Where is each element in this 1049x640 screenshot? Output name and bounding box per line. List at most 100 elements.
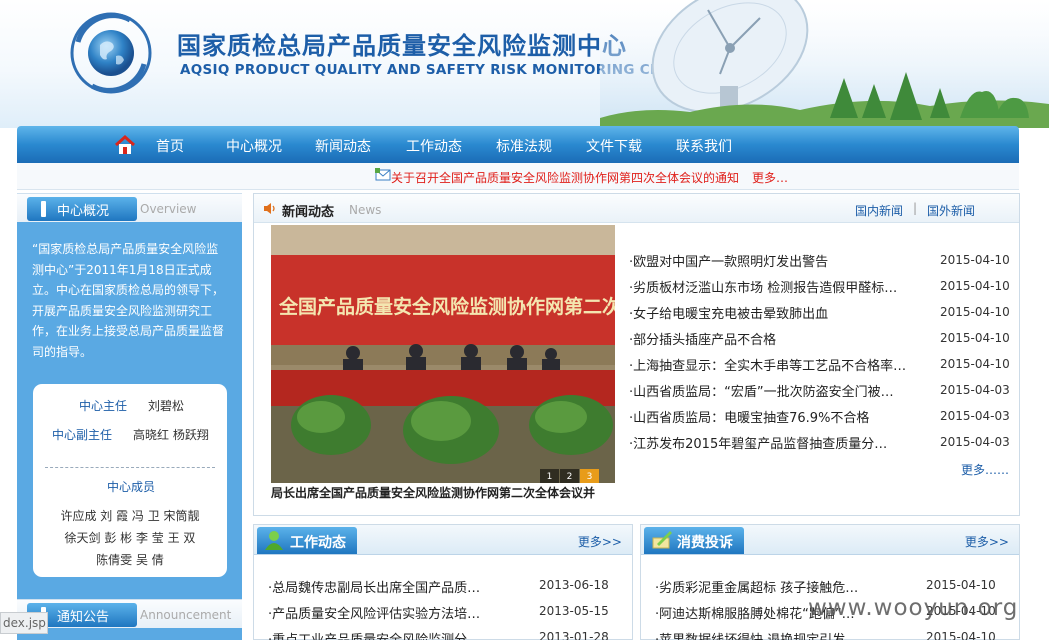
complaint-item-date: 2015-04-10 [926,578,996,592]
mail-icon [375,168,391,181]
home-icon[interactable] [114,135,136,155]
list-item[interactable]: ·产品质量安全风险评估实验方法培… 2013-05-15 [268,603,623,629]
work-item-title[interactable]: ·产品质量安全风险评估实验方法培… [268,603,518,622]
overview-title: 中心概况 [57,204,110,219]
work-panel: 工作动态 更多>> ·总局魏传忠副局长出席全国产品质… 2013-06-18 ·产… [253,524,633,640]
list-item[interactable]: ·山西省质监局：“宏盾”一批次防盗安全门被… 2015-04-03 [629,381,1014,407]
overview-tab[interactable]: 中心概况 [27,197,137,221]
deputy-names: 高晓红 杨跃翔 [133,428,209,442]
announcement-subtitle: Announcement [140,608,232,622]
news-item-title[interactable]: ·部分插头插座产品不合格 [629,329,934,348]
list-item[interactable]: ·重点工业产品质量安全风险监测分… 2013-01-28 [268,629,623,640]
tab-international-news[interactable]: 国外新闻 [927,202,975,219]
work-more-link[interactable]: 更多>> [578,533,622,550]
watermark: www.wooyun.org [808,595,1019,621]
notice-link[interactable]: 关于召开全国产品质量安全风险监测协作网第四次全体会议的通知 [391,169,739,186]
list-item[interactable]: ·山西省质监局：电暖宝抽查76.9%不合格 2015-04-03 [629,407,1014,433]
list-item[interactable]: ·劣质板材泛滥山东市场 检测报告造假甲醛标… 2015-04-10 [629,277,1014,303]
slide-pager: 1234 [539,468,615,483]
news-item-date: 2015-04-10 [940,279,1010,293]
complaint-panel-header: 消费投诉 更多>> [641,525,1019,555]
complaint-tab[interactable]: 消费投诉 [644,527,744,554]
work-item-title[interactable]: ·重点工业产品质量安全风险监测分… [268,629,518,640]
site-title-cn: 国家质检总局产品质量安全风险监测中心 [177,32,627,60]
work-item-date: 2013-01-28 [539,630,609,640]
slide-dot[interactable]: 3 [580,469,599,483]
complaint-item-title[interactable]: ·劣质彩泥重金属超标 孩子接触危… [655,577,905,596]
pen-book-icon [652,531,672,549]
page: { "header": { "title_cn": "国家质检总局产品质量安全风… [0,0,1049,640]
nav-downloads[interactable]: 文件下载 [586,136,642,156]
news-item-date: 2015-04-03 [940,409,1010,423]
list-item[interactable]: ·上海抽查显示：全实木手串等工艺品不合格率… 2015-04-10 [629,355,1014,381]
complaint-item-date: 2015-04-10 [926,630,996,640]
director-label: 中心主任 [79,399,128,413]
news-item-title[interactable]: ·山西省质监局：“宏盾”一批次防盗安全门被… [629,381,934,400]
nav-contact[interactable]: 联系我们 [676,136,732,156]
list-item[interactable]: ·女子给电暖宝充电被击晕致肺出血 2015-04-10 [629,303,1014,329]
list-item[interactable]: ·欧盟对中国产一款照明灯发出警告 2015-04-10 [629,251,1014,277]
status-url: dex.jsp [0,612,48,634]
news-item-date: 2015-04-03 [940,383,1010,397]
nav-work[interactable]: 工作动态 [406,136,462,156]
announcement-header: 通知公告 Announcement [17,599,242,628]
news-title: 新闻动态 [282,205,335,220]
news-list: ·欧盟对中国产一款照明灯发出警告 2015-04-10 ·劣质板材泛滥山东市场 检… [629,251,1014,459]
tab-domestic-news[interactable]: 国内新闻 [855,202,903,219]
notice-ticker: 关于召开全国产品质量安全风险监测协作网第四次全体会议的通知 更多… [17,163,1019,190]
nav-home[interactable]: 首页 [156,136,184,156]
divider [45,467,215,468]
members-line: 陈倩雯 吴 倩 [96,553,164,567]
complaint-more-link[interactable]: 更多>> [965,533,1009,550]
tab-bar-icon [41,201,46,217]
work-tab[interactable]: 工作动态 [257,527,357,554]
slide-dot[interactable]: 2 [560,469,579,483]
nav-overview[interactable]: 中心概况 [226,136,282,156]
sound-icon [264,203,275,214]
overview-text: “国家质检总局产品质量安全风险监测中心”于2011年1月18日正式成立。中心在国… [32,242,225,359]
news-item-title[interactable]: ·欧盟对中国产一款照明灯发出警告 [629,251,934,270]
work-panel-header: 工作动态 更多>> [254,525,632,555]
news-item-date: 2015-04-10 [940,357,1010,371]
nav-standards[interactable]: 标准法规 [496,136,552,156]
slide-dot[interactable]: 1 [540,469,559,483]
complaint-item-title[interactable]: ·苹果数据线坏得快 退换规定引发… [655,629,905,640]
work-title: 工作动态 [290,535,346,551]
overview-header: 中心概况 Overview [17,193,242,222]
complaint-title: 消费投诉 [677,535,733,551]
news-item-title[interactable]: ·上海抽查显示：全实木手串等工艺品不合格率… [629,355,934,374]
members-line: 许应成 刘 霞 冯 卫 宋筒靓 [60,509,200,523]
list-item[interactable]: ·苹果数据线坏得快 退换规定引发… 2015-04-10 [655,629,1010,640]
list-item[interactable]: ·部分插头插座产品不合格 2015-04-10 [629,329,1014,355]
director-name: 刘碧松 [148,399,185,413]
work-item-title[interactable]: ·总局魏传忠副局长出席全国产品质… [268,577,518,596]
work-item-date: 2013-06-18 [539,578,609,592]
news-slideshow-photo[interactable]: 全国产品质量安全风险监测协作网第二次全体会议 [271,225,615,483]
members-line: 徐天剑 彭 彬 李 莹 王 双 [64,531,196,545]
news-section: 新闻动态 News 国内新闻 | 国外新闻 全国产品质量安全风险监测协作网第二次… [253,193,1020,516]
work-list: ·总局魏传忠副局长出席全国产品质… 2013-06-18 ·产品质量安全风险评估实… [268,577,623,640]
news-item-date: 2015-04-10 [940,305,1010,319]
list-item[interactable]: ·总局魏传忠副局长出席全国产品质… 2013-06-18 [268,577,623,603]
work-item-date: 2013-05-15 [539,604,609,618]
person-icon [265,531,283,550]
news-item-title[interactable]: ·劣质板材泛滥山东市场 检测报告造假甲醛标… [629,277,934,296]
notice-more-link[interactable]: 更多… [752,169,788,186]
news-item-title[interactable]: ·女子给电暖宝充电被击晕致肺出血 [629,303,934,322]
members-label: 中心成员 [107,480,156,494]
conference-photo: 全国产品质量安全风险监测协作网第二次全体会议 [271,225,615,483]
news-item-title[interactable]: ·江苏发布2015年碧玺产品监督抽查质量分… [629,433,934,452]
leaders-card: 中心主任 刘碧松 中心副主任 高晓红 杨跃翔 中心成员 许应成 刘 霞 冯 卫 … [33,384,227,577]
news-item-date: 2015-04-03 [940,435,1010,449]
photo-caption[interactable]: 局长出席全国产品质量安全风险监测协作网第二次全体会议并 [271,484,615,501]
news-item-title[interactable]: ·山西省质监局：电暖宝抽查76.9%不合格 [629,407,934,426]
nav-news[interactable]: 新闻动态 [315,136,371,156]
news-header: 新闻动态 News 国内新闻 | 国外新闻 [254,194,1019,223]
globe-logo-icon[interactable] [70,12,152,94]
announcement-title: 通知公告 [57,610,110,625]
news-more-link[interactable]: 更多…… [961,461,1009,478]
news-subtitle: News [349,203,382,217]
list-item[interactable]: ·江苏发布2015年碧玺产品监督抽查质量分… 2015-04-03 [629,433,1014,459]
site-header: 国家质检总局产品质量安全风险监测中心 AQSIQ PRODUCT QUALITY… [0,0,1049,128]
main-nav: 首页 中心概况 新闻动态 工作动态 标准法规 文件下载 联系我们 [17,126,1019,163]
